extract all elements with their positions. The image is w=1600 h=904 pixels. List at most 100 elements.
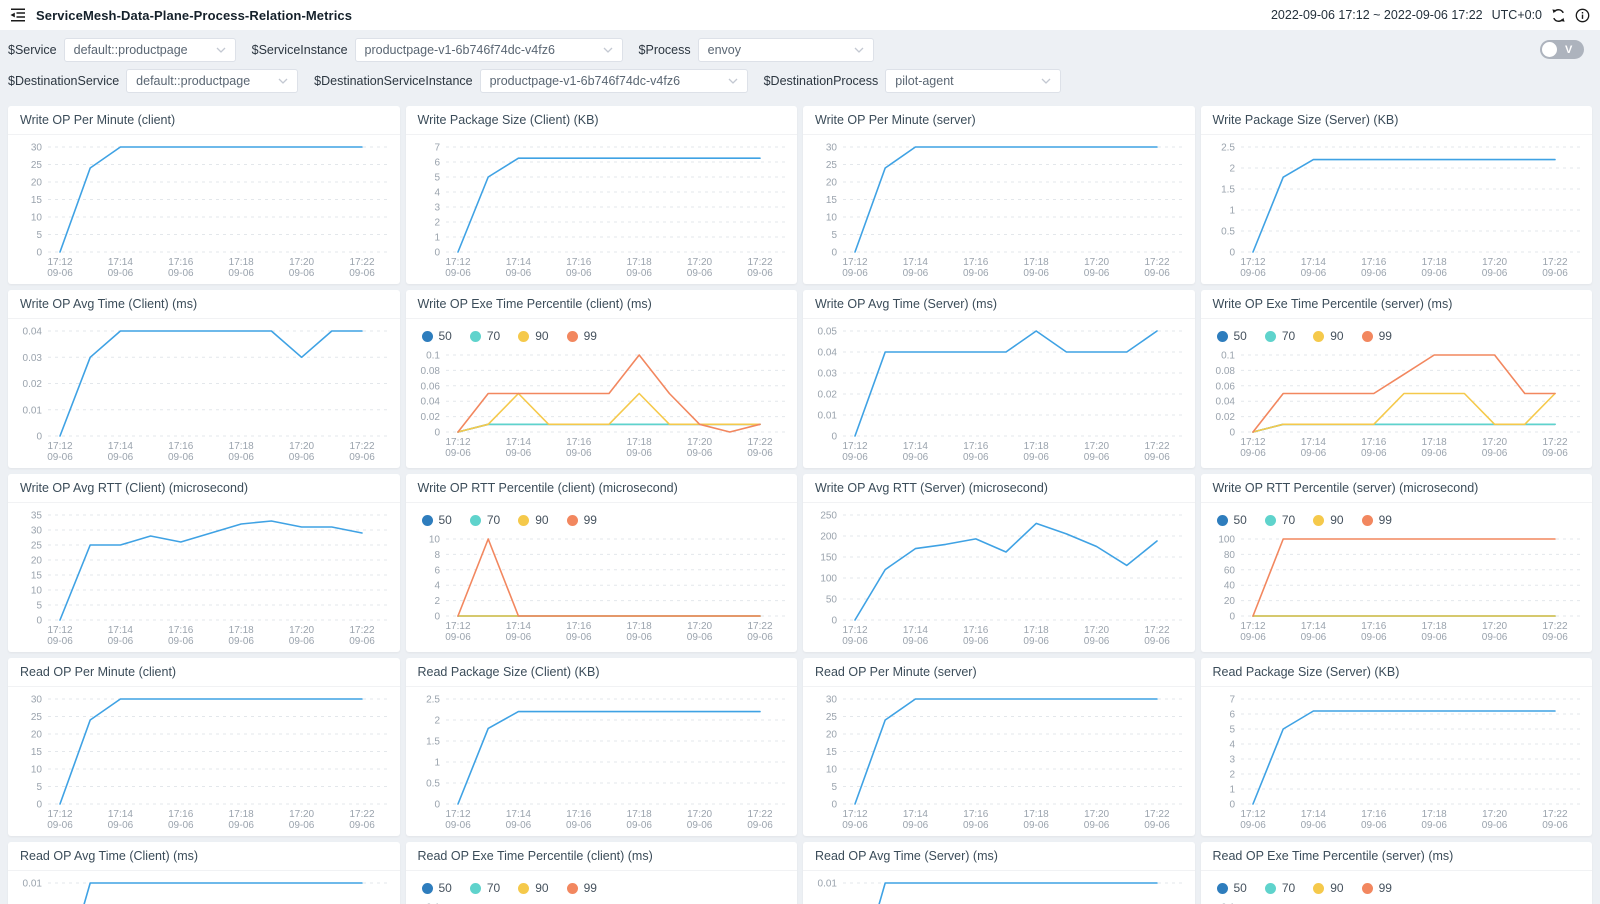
line-chart[interactable]: 05101520253017:1209-0617:1409-0617:1609-… <box>14 689 392 831</box>
line-chart[interactable]: 00.020.040.060.080.117:1209-0617:1409-06… <box>1207 897 1585 904</box>
svg-text:0.04: 0.04 <box>420 397 440 408</box>
legend-item[interactable]: 99 <box>567 513 597 527</box>
chart-title: Write Package Size (Client) (KB) <box>406 106 798 135</box>
svg-text:09-06: 09-06 <box>903 636 929 647</box>
legend-item[interactable]: 70 <box>1265 513 1295 527</box>
legend-item[interactable]: 99 <box>1362 881 1392 895</box>
legend-item[interactable]: 90 <box>1313 881 1343 895</box>
legend-item[interactable]: 70 <box>470 881 500 895</box>
line-chart[interactable]: 00.010.020.030.0417:1209-0617:1409-0617:… <box>14 321 392 463</box>
legend-item[interactable]: 70 <box>470 513 500 527</box>
line-chart[interactable]: 05101520253017:1209-0617:1409-0617:1609-… <box>14 137 392 279</box>
legend-item[interactable]: 70 <box>470 329 500 343</box>
svg-text:2: 2 <box>434 596 440 607</box>
service-instance-select[interactable]: productpage-v1-6b746f74dc-v4fz6 <box>355 38 623 62</box>
legend-item[interactable]: 90 <box>518 513 548 527</box>
legend-item[interactable]: 90 <box>1313 513 1343 527</box>
svg-text:0: 0 <box>36 616 42 627</box>
view-mode-toggle[interactable]: V <box>1540 40 1584 59</box>
chart-title: Write OP Avg RTT (Client) (microsecond) <box>8 474 400 503</box>
legend-item[interactable]: 99 <box>567 881 597 895</box>
legend-label: 99 <box>1379 513 1392 527</box>
refresh-icon[interactable] <box>1551 8 1566 23</box>
legend-item[interactable]: 50 <box>1217 513 1247 527</box>
line-chart[interactable]: 05101520253017:1209-0617:1409-0617:1609-… <box>809 137 1187 279</box>
chart-card: Write Package Size (Client) (KB)01234567… <box>406 106 798 284</box>
legend-item[interactable]: 50 <box>422 329 452 343</box>
svg-text:2.5: 2.5 <box>1221 143 1235 154</box>
legend-item[interactable]: 50 <box>422 881 452 895</box>
svg-text:09-06: 09-06 <box>349 452 375 463</box>
line-chart[interactable]: 00.020.040.060.080.117:1209-0617:1409-06… <box>412 897 790 904</box>
legend-item[interactable]: 70 <box>1265 329 1295 343</box>
line-chart[interactable]: 00.010.020.030.040.0517:1209-0617:1409-0… <box>809 321 1187 463</box>
svg-text:1.5: 1.5 <box>1221 185 1235 196</box>
process-select[interactable]: envoy <box>698 38 874 62</box>
svg-text:17:20: 17:20 <box>1084 809 1109 820</box>
legend-item[interactable]: 50 <box>1217 881 1247 895</box>
svg-text:30: 30 <box>826 695 838 706</box>
time-range[interactable]: 2022-09-06 17:12 ~ 2022-09-06 17:22 <box>1271 8 1483 22</box>
filter-label-destination-process: $DestinationProcess <box>764 74 879 88</box>
line-chart[interactable]: 00.0117:1209-0617:1409-0617:1609-0617:18… <box>14 873 392 904</box>
line-chart[interactable]: 00.0117:1209-0617:1409-0617:1609-0617:18… <box>809 873 1187 904</box>
svg-text:250: 250 <box>820 511 837 522</box>
legend-item[interactable]: 90 <box>518 329 548 343</box>
line-chart[interactable]: 00.511.522.517:1209-0617:1409-0617:1609-… <box>1207 137 1585 279</box>
legend-label: 90 <box>535 513 548 527</box>
chart-card: Read OP Exe Time Percentile (client) (ms… <box>406 842 798 904</box>
chart-card: Write OP Avg RTT (Server) (microsecond)0… <box>803 474 1195 652</box>
svg-text:17:22: 17:22 <box>349 257 374 268</box>
svg-text:20: 20 <box>1223 596 1235 607</box>
toggle-knob <box>1542 42 1557 57</box>
chart-card: Write OP RTT Percentile (server) (micros… <box>1201 474 1593 652</box>
legend-label: 90 <box>535 329 548 343</box>
svg-text:17:14: 17:14 <box>903 257 928 268</box>
svg-text:17:12: 17:12 <box>1240 809 1265 820</box>
legend-item[interactable]: 50 <box>1217 329 1247 343</box>
destination-service-instance-select[interactable]: productpage-v1-6b746f74dc-v4fz6 <box>480 69 748 93</box>
line-chart[interactable]: 0510152025303517:1209-0617:1409-0617:160… <box>14 505 392 647</box>
info-icon[interactable] <box>1575 8 1590 23</box>
svg-text:2: 2 <box>1229 164 1235 175</box>
line-chart[interactable]: 02040608010017:1209-0617:1409-0617:1609-… <box>1207 529 1585 643</box>
legend-dot-icon <box>422 331 433 342</box>
line-chart[interactable]: 05101520253017:1209-0617:1409-0617:1609-… <box>809 689 1187 831</box>
legend-dot-icon <box>518 331 529 342</box>
legend-item[interactable]: 99 <box>1362 329 1392 343</box>
line-chart[interactable]: 024681017:1209-0617:1409-0617:1609-0617:… <box>412 529 790 643</box>
svg-text:0: 0 <box>1229 428 1235 439</box>
legend-item[interactable]: 90 <box>1313 329 1343 343</box>
svg-text:0: 0 <box>831 616 837 627</box>
line-chart[interactable]: 0123456717:1209-0617:1409-0617:1609-0617… <box>412 137 790 279</box>
line-chart[interactable]: 00.511.522.517:1209-0617:1409-0617:1609-… <box>412 689 790 831</box>
legend-item[interactable]: 70 <box>1265 881 1295 895</box>
collapse-menu-icon[interactable] <box>10 8 26 22</box>
line-chart[interactable]: 00.020.040.060.080.117:1209-0617:1409-06… <box>1207 345 1585 459</box>
svg-text:17:16: 17:16 <box>566 809 591 820</box>
svg-text:4: 4 <box>434 581 440 592</box>
line-chart[interactable]: 00.020.040.060.080.117:1209-0617:1409-06… <box>412 345 790 459</box>
svg-text:17:20: 17:20 <box>1482 809 1507 820</box>
svg-text:09-06: 09-06 <box>1542 632 1568 643</box>
svg-text:30: 30 <box>31 695 43 706</box>
svg-text:17:22: 17:22 <box>1144 625 1169 636</box>
svg-text:17:18: 17:18 <box>626 257 651 268</box>
chart-card: Read OP Per Minute (server)0510152025301… <box>803 658 1195 836</box>
legend-item[interactable]: 99 <box>567 329 597 343</box>
chart-card: Write OP Avg Time (Client) (ms)00.010.02… <box>8 290 400 468</box>
legend-item[interactable]: 99 <box>1362 513 1392 527</box>
svg-text:17:16: 17:16 <box>963 441 988 452</box>
legend-label: 70 <box>1282 513 1295 527</box>
destination-service-select[interactable]: default::productpage <box>126 69 298 93</box>
legend-item[interactable]: 50 <box>422 513 452 527</box>
svg-text:09-06: 09-06 <box>445 448 471 459</box>
chart-card: Read Package Size (Server) (KB)012345671… <box>1201 658 1593 836</box>
destination-process-select[interactable]: pilot-agent <box>885 69 1061 93</box>
legend-item[interactable]: 90 <box>518 881 548 895</box>
line-chart[interactable]: 0123456717:1209-0617:1409-0617:1609-0617… <box>1207 689 1585 831</box>
svg-text:25: 25 <box>31 712 43 723</box>
timezone-label: UTC+0:0 <box>1492 8 1542 22</box>
line-chart[interactable]: 05010015020025017:1209-0617:1409-0617:16… <box>809 505 1187 647</box>
service-select[interactable]: default::productpage <box>64 38 236 62</box>
